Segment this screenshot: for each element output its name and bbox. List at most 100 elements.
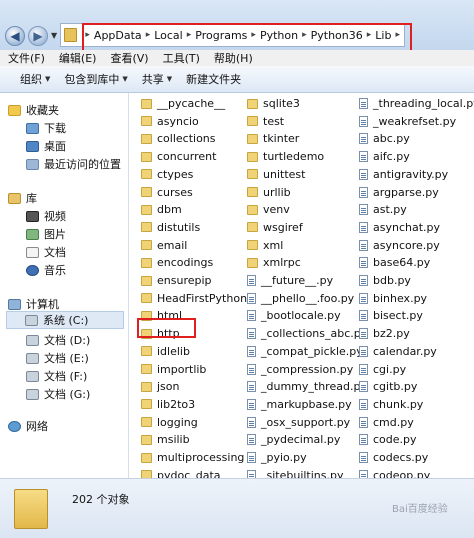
sidebar-item-pictures[interactable]: 图片 xyxy=(26,225,66,243)
file-item[interactable]: aifc.py xyxy=(359,148,410,165)
recent-pages-dropdown-icon[interactable]: ▼ xyxy=(51,31,57,40)
menu-tools[interactable]: 工具(T) xyxy=(163,50,200,66)
share-button[interactable]: 共享 ▼ xyxy=(142,71,172,87)
sidebar-item-music[interactable]: 音乐 xyxy=(26,261,66,279)
menu-file[interactable]: 文件(F) xyxy=(8,50,45,66)
python-file-icon xyxy=(359,416,368,428)
sidebar-item-drive-d[interactable]: 文档 (D:) xyxy=(26,331,90,349)
folder-item[interactable]: dbm xyxy=(141,201,182,218)
sidebar-item-drive-e[interactable]: 文档 (E:) xyxy=(26,349,89,367)
file-item[interactable]: argparse.py xyxy=(359,184,439,201)
sidebar-item-recent[interactable]: 最近访问的位置 xyxy=(26,155,121,173)
file-item[interactable]: asynchat.py xyxy=(359,219,440,236)
folder-item[interactable]: importlib xyxy=(141,361,206,378)
file-item[interactable]: asyncore.py xyxy=(359,237,440,254)
sidebar-item-drive-g[interactable]: 文档 (G:) xyxy=(26,385,90,403)
sidebar-item-documents[interactable]: 文档 xyxy=(26,243,66,261)
forward-button[interactable]: ▶ xyxy=(28,26,48,46)
folder-item[interactable]: json xyxy=(141,378,180,395)
file-item[interactable]: _dummy_thread.py xyxy=(247,378,367,395)
file-item[interactable]: binhex.py xyxy=(359,290,427,307)
folder-item[interactable]: collections xyxy=(141,130,216,147)
file-item[interactable]: __phello__.foo.py xyxy=(247,290,354,307)
folder-icon xyxy=(141,133,152,144)
menu-help[interactable]: 帮助(H) xyxy=(214,50,253,66)
file-item[interactable]: bz2.py xyxy=(359,325,410,342)
folder-item[interactable]: msilib xyxy=(141,431,190,448)
file-name: tkinter xyxy=(263,132,300,146)
file-list: __pycache__ asyncio collections concurrent c… xyxy=(129,93,474,499)
folder-item[interactable]: curses xyxy=(141,184,193,201)
folder-item[interactable]: test xyxy=(247,113,284,130)
folder-item[interactable]: ctypes xyxy=(141,166,193,183)
sidebar-item-drive-f[interactable]: 文档 (F:) xyxy=(26,367,87,385)
file-item[interactable]: codecs.py xyxy=(359,449,428,466)
file-item[interactable]: cgitb.py xyxy=(359,378,417,395)
file-item[interactable]: bisect.py xyxy=(359,307,423,324)
folder-item[interactable]: encodings xyxy=(141,254,213,271)
file-name: multiprocessing xyxy=(157,451,245,464)
folder-icon xyxy=(247,257,258,268)
file-item[interactable]: _osx_support.py xyxy=(247,414,350,431)
folder-item[interactable]: venv xyxy=(247,201,290,218)
file-item[interactable]: _markupbase.py xyxy=(247,396,352,413)
sidebar-item-libraries[interactable]: 库 xyxy=(8,189,37,207)
folder-item[interactable]: distutils xyxy=(141,219,200,236)
sidebar-item-favorites[interactable]: 收藏夹 xyxy=(8,101,59,119)
file-name: wsgiref xyxy=(263,220,303,234)
folder-item[interactable]: sqlite3 xyxy=(247,95,300,112)
sidebar-item-desktop[interactable]: 桌面 xyxy=(26,137,66,155)
file-item[interactable]: _weakrefset.py xyxy=(359,113,456,130)
file-item[interactable]: _pydecimal.py xyxy=(247,431,340,448)
file-item[interactable]: bdb.py xyxy=(359,272,411,289)
file-item[interactable]: _compression.py xyxy=(247,361,353,378)
folder-item[interactable]: wsgiref xyxy=(247,219,303,236)
new-folder-button[interactable]: 新建文件夹 xyxy=(186,71,241,87)
sidebar-item-videos[interactable]: 视频 xyxy=(26,207,66,225)
file-item[interactable]: _bootlocale.py xyxy=(247,307,341,324)
sidebar-item-network[interactable]: 网络 xyxy=(8,417,48,435)
organize-button[interactable]: 组织 ▼ xyxy=(20,71,50,87)
folder-item[interactable]: lib2to3 xyxy=(141,396,195,413)
folder-item[interactable]: concurrent xyxy=(141,148,216,165)
file-item[interactable]: code.py xyxy=(359,431,417,448)
file-item[interactable]: cmd.py xyxy=(359,414,414,431)
file-item[interactable]: _collections_abc.py xyxy=(247,325,367,342)
folder-item[interactable]: multiprocessing xyxy=(141,449,244,466)
file-item[interactable]: base64.py xyxy=(359,254,430,271)
folder-item[interactable]: __pycache__ xyxy=(141,95,225,112)
file-item[interactable]: calendar.py xyxy=(359,343,437,360)
folder-item[interactable]: HeadFirstPython xyxy=(141,290,247,307)
folder-item[interactable]: unittest xyxy=(247,166,305,183)
file-item[interactable]: abc.py xyxy=(359,130,410,147)
file-item[interactable]: _pyio.py xyxy=(247,449,307,466)
folder-item[interactable]: xmlrpc xyxy=(247,254,301,271)
menu-bar: 文件(F) 编辑(E) 查看(V) 工具(T) 帮助(H) xyxy=(0,50,474,66)
folder-item[interactable]: ensurepip xyxy=(141,272,212,289)
file-item[interactable]: antigravity.py xyxy=(359,166,448,183)
folder-item[interactable]: idlelib xyxy=(141,343,190,360)
file-name: collections xyxy=(157,132,216,146)
file-name: abc.py xyxy=(373,132,410,146)
file-item[interactable]: chunk.py xyxy=(359,396,423,413)
sidebar-item-drive-c[interactable]: 系统 (C:) xyxy=(6,311,124,329)
sidebar-item-downloads[interactable]: 下载 xyxy=(26,119,66,137)
folder-item[interactable]: xml xyxy=(247,237,283,254)
file-name: venv xyxy=(263,203,290,217)
folder-item[interactable]: turtledemo xyxy=(247,148,324,165)
back-button[interactable]: ◀ xyxy=(5,26,25,46)
menu-edit[interactable]: 编辑(E) xyxy=(59,50,97,66)
folder-item[interactable]: logging xyxy=(141,414,198,431)
menu-view[interactable]: 查看(V) xyxy=(110,50,148,66)
file-item[interactable]: _threading_local.py xyxy=(359,95,474,112)
folder-item[interactable]: email xyxy=(141,237,187,254)
file-item[interactable]: cgi.py xyxy=(359,361,406,378)
file-item[interactable]: __future__.py xyxy=(247,272,333,289)
include-in-library-button[interactable]: 包含到库中 ▼ xyxy=(64,71,127,87)
folder-item[interactable]: asyncio xyxy=(141,113,199,130)
file-item[interactable]: _compat_pickle.py xyxy=(247,343,363,360)
folder-item[interactable]: tkinter xyxy=(247,130,299,147)
file-item[interactable]: ast.py xyxy=(359,201,407,218)
folder-item[interactable]: urllib xyxy=(247,184,291,201)
file-name: lib2to3 xyxy=(157,397,196,411)
